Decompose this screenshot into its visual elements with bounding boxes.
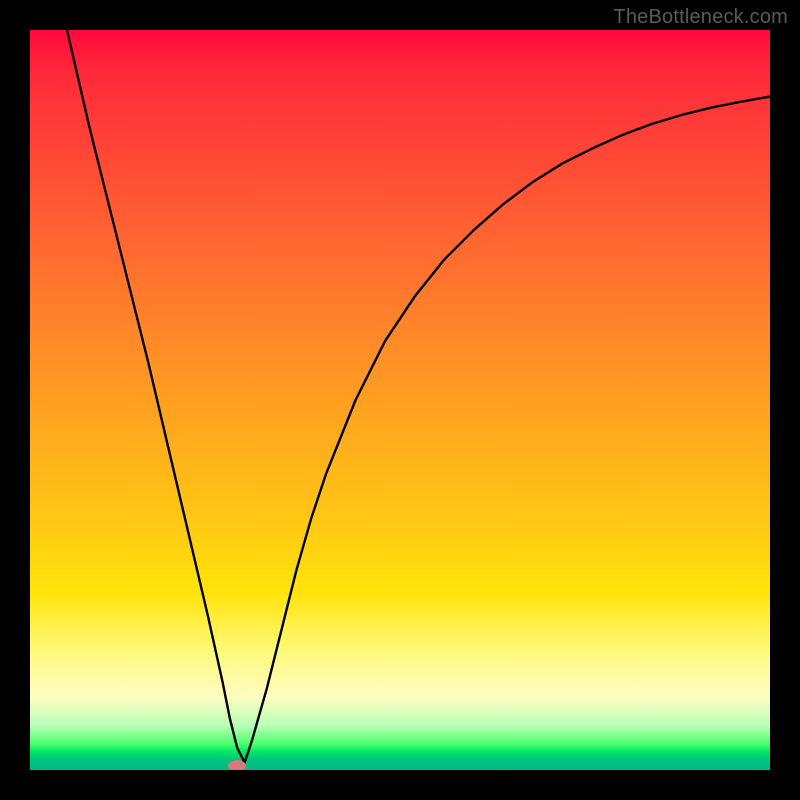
chart-frame: TheBottleneck.com — [0, 0, 800, 800]
curve-svg — [30, 30, 770, 770]
v-curve-line — [67, 30, 770, 763]
watermark-text: TheBottleneck.com — [613, 6, 788, 29]
minimum-marker — [228, 760, 246, 770]
plot-area — [30, 30, 770, 770]
